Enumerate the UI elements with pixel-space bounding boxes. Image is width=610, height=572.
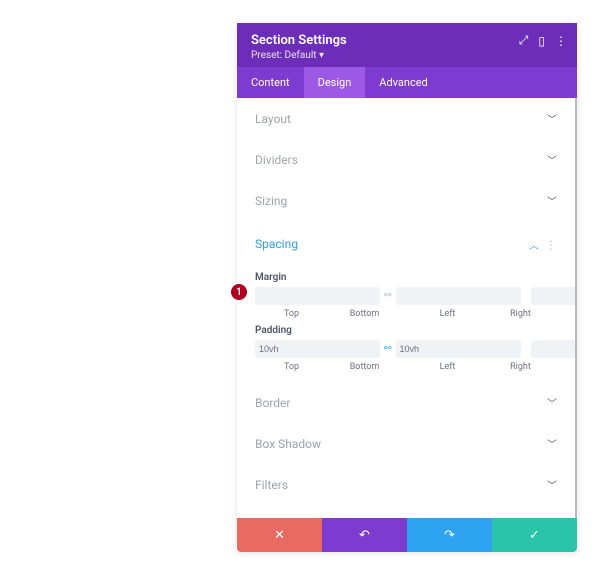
section-transform[interactable]: Transform ﹀ (237, 505, 575, 518)
section-title: Box Shadow (255, 437, 321, 451)
section-title: Spacing (255, 237, 298, 251)
chevron-down-icon: ﹀ (547, 436, 557, 451)
margin-bottom-input[interactable] (396, 287, 521, 305)
tab-content[interactable]: Content (237, 67, 304, 98)
section-spacing[interactable]: Spacing ︿ ⋮ (237, 221, 575, 266)
docs-icon[interactable]: ▯ (538, 34, 545, 48)
annotation-badge-1: 1 (231, 284, 247, 300)
panel-title: Section Settings (251, 33, 563, 48)
panel-body: Layout ﹀ Dividers ﹀ Sizing ﹀ Spacing ︿⋮ … (237, 98, 577, 518)
label-bottom: Bottom (328, 309, 401, 319)
section-box-shadow[interactable]: Box Shadow ﹀ (237, 423, 575, 464)
label-right: Right (484, 309, 557, 319)
section-title: Layout (255, 112, 291, 126)
undo-icon: ↶ (359, 528, 370, 543)
section-more-icon[interactable]: ⋮ (545, 238, 557, 252)
chevron-down-icon: ﹀ (547, 193, 557, 208)
chevron-down-icon: ﹀ (547, 477, 557, 492)
margin-sublabels: Top Bottom Left Right (255, 309, 557, 319)
section-layout[interactable]: Layout ﹀ (237, 98, 575, 139)
margin-top-input[interactable] (255, 287, 380, 305)
panel-header: Section Settings Preset: Default ▾ ⤢ ▯ ⋮ (237, 23, 577, 67)
label-top: Top (255, 362, 328, 372)
section-sizing[interactable]: Sizing ﹀ (237, 180, 575, 221)
link-icon[interactable]: ⚯ (382, 291, 394, 301)
label-top: Top (255, 309, 328, 319)
margin-left-input[interactable] (531, 287, 577, 305)
tab-design[interactable]: Design (304, 67, 366, 98)
more-icon[interactable]: ⋮ (555, 34, 567, 48)
label-right: Right (484, 362, 557, 372)
chevron-down-icon: ﹀ (547, 152, 557, 167)
panel-footer: ✕ ↶ ↷ ✓ (237, 518, 577, 552)
expand-icon[interactable]: ⤢ (519, 33, 529, 48)
section-title: Border (255, 396, 290, 410)
section-dividers[interactable]: Dividers ﹀ (237, 139, 575, 180)
undo-button[interactable]: ↶ (322, 518, 407, 552)
spacing-controls: Margin ⚯ ⚯ Top Bottom (237, 272, 575, 382)
section-border[interactable]: Border ﹀ (237, 382, 575, 423)
header-actions: ⤢ ▯ ⋮ (519, 33, 567, 48)
padding-top-input[interactable] (255, 340, 380, 358)
section-title: Sizing (255, 194, 287, 208)
tab-advanced[interactable]: Advanced (365, 67, 441, 98)
redo-button[interactable]: ↷ (407, 518, 492, 552)
check-icon: ✓ (529, 528, 540, 543)
section-title: Filters (255, 478, 288, 492)
save-button[interactable]: ✓ (492, 518, 577, 552)
chevron-up-icon: ︿ (529, 241, 539, 252)
margin-label: Margin (255, 272, 557, 283)
label-left: Left (411, 362, 484, 372)
label-bottom: Bottom (328, 362, 401, 372)
padding-label: Padding (255, 325, 557, 336)
label-left: Left (411, 309, 484, 319)
cancel-button[interactable]: ✕ (237, 518, 322, 552)
padding-inputs: ⚯ ⚯ (255, 340, 557, 358)
redo-icon: ↷ (444, 528, 455, 543)
link-icon[interactable]: ⚯ (382, 344, 394, 354)
padding-bottom-input[interactable] (396, 340, 521, 358)
settings-panel: Section Settings Preset: Default ▾ ⤢ ▯ ⋮… (237, 23, 577, 552)
padding-left-input[interactable] (531, 340, 577, 358)
section-title: Dividers (255, 153, 298, 167)
chevron-down-icon: ﹀ (547, 111, 557, 126)
margin-inputs: ⚯ ⚯ (255, 287, 557, 305)
preset-dropdown[interactable]: Preset: Default ▾ (251, 50, 563, 61)
padding-sublabels: Top Bottom Left Right (255, 362, 557, 372)
section-filters[interactable]: Filters ﹀ (237, 464, 575, 505)
tab-bar: Content Design Advanced (237, 67, 577, 98)
close-icon: ✕ (274, 528, 285, 543)
chevron-down-icon: ﹀ (547, 395, 557, 410)
